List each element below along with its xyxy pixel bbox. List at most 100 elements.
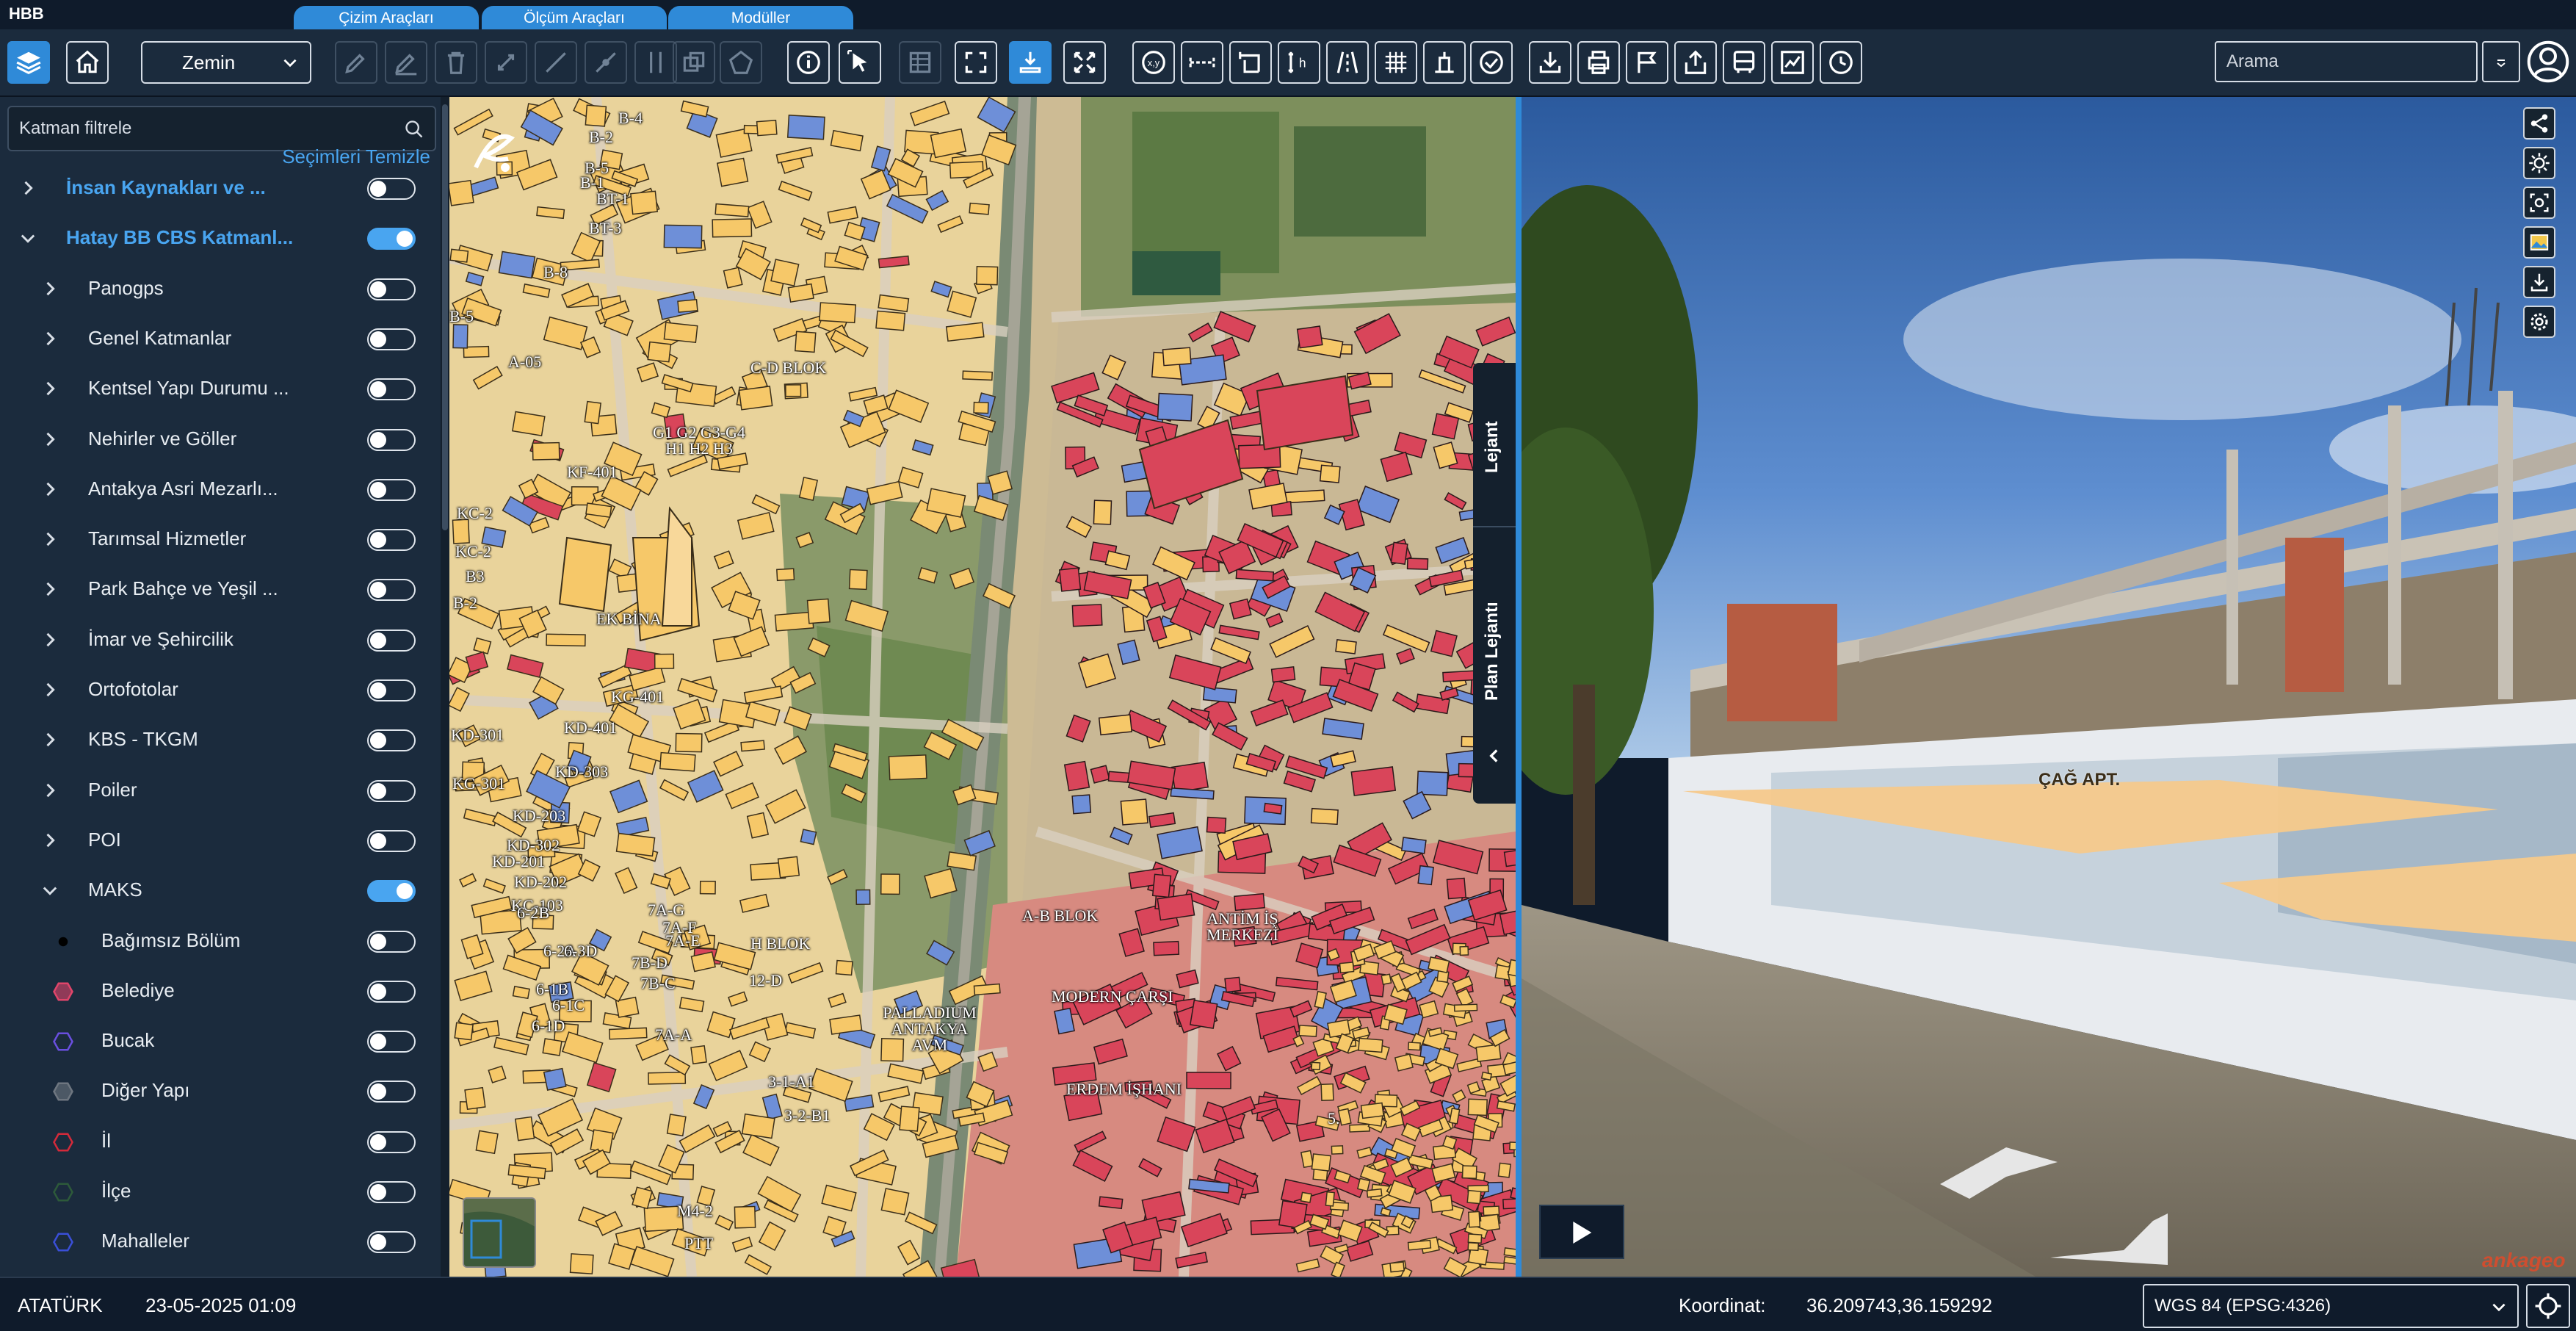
layer-visibility-toggle[interactable] [367, 1031, 416, 1053]
layer-row[interactable]: Mahalleler [0, 1216, 433, 1266]
layer-row[interactable]: Panogps [0, 264, 433, 314]
polygon-button[interactable] [720, 41, 762, 84]
print-button[interactable] [1577, 41, 1620, 84]
layer-row[interactable]: Nehirler ve Göller [0, 414, 433, 464]
chevron-right-icon[interactable] [40, 429, 60, 450]
crs-select[interactable]: WGS 84 (EPSG:4326) [2143, 1284, 2519, 1328]
edit-button[interactable] [385, 41, 427, 84]
layer-row[interactable]: Bucak [0, 1016, 433, 1066]
user-avatar-icon[interactable] [2526, 40, 2570, 84]
chevron-down-icon[interactable] [18, 228, 38, 248]
pano-share-button[interactable] [2523, 107, 2555, 140]
layer-row[interactable]: İl [0, 1117, 433, 1166]
building-measure-button[interactable] [1423, 41, 1466, 84]
xy-coordinate-button[interactable]: x,y [1132, 41, 1175, 84]
layer-filter-input[interactable]: Katman filtrele [7, 106, 436, 151]
download-button[interactable] [1529, 41, 1571, 84]
layer-visibility-toggle[interactable] [367, 278, 416, 300]
layer-row[interactable]: İnsan Kaynakları ve ... [0, 163, 433, 213]
chevron-right-icon[interactable] [18, 178, 38, 198]
locate-me-button[interactable] [2526, 1284, 2570, 1328]
layer-visibility-toggle[interactable] [367, 178, 416, 200]
chevron-right-icon[interactable] [40, 630, 60, 650]
layer-visibility-toggle[interactable] [367, 1231, 416, 1254]
pano-brightness-button[interactable] [2523, 147, 2555, 179]
chevron-right-icon[interactable] [40, 830, 60, 851]
plan-legend-tab-label[interactable]: Plan Lejantı [1482, 602, 1502, 701]
area-button[interactable] [1229, 41, 1272, 84]
distance-button[interactable] [1181, 41, 1223, 84]
chevron-left-icon[interactable] [1485, 746, 1504, 765]
delete-button[interactable] [435, 41, 477, 84]
layer-visibility-toggle[interactable] [367, 880, 416, 903]
layer-row[interactable]: Tarımsal Hizmetler [0, 514, 433, 564]
chevron-right-icon[interactable] [40, 278, 60, 299]
layer-visibility-toggle[interactable] [367, 1081, 416, 1103]
layer-visibility-toggle[interactable] [367, 1181, 416, 1203]
chevron-right-icon[interactable] [40, 529, 60, 549]
chevron-right-icon[interactable] [40, 679, 60, 700]
overview-minimap[interactable] [463, 1197, 536, 1268]
street-view-button[interactable] [1009, 41, 1052, 84]
split-line-button[interactable] [535, 41, 577, 84]
pano-blur-button[interactable] [2523, 187, 2555, 219]
chart-button[interactable] [1771, 41, 1814, 84]
grid-button[interactable] [1375, 41, 1417, 84]
layer-row[interactable]: POI [0, 815, 433, 865]
bookmark-button[interactable] [1626, 41, 1668, 84]
layer-row[interactable]: Belediye [0, 966, 433, 1016]
layer-panel-scroll-thumb[interactable] [442, 104, 448, 530]
chevron-right-icon[interactable] [40, 378, 60, 399]
layer-row[interactable]: İlçe [0, 1166, 433, 1216]
layers-button[interactable] [7, 41, 50, 84]
pano-image-button[interactable] [2523, 226, 2555, 259]
snap-button[interactable] [585, 41, 627, 84]
layer-row[interactable]: Hatay BB CBS Katmanl... [0, 213, 433, 263]
layer-row[interactable]: Kentsel Yapı Durumu ... [0, 364, 433, 414]
layer-visibility-toggle[interactable] [367, 679, 416, 701]
draw-point-button[interactable] [335, 41, 377, 84]
split-view-divider[interactable] [1516, 97, 1522, 1277]
chevron-right-icon[interactable] [40, 729, 60, 750]
layer-visibility-toggle[interactable] [367, 930, 416, 953]
fullscreen-button[interactable] [1063, 41, 1106, 84]
layer-row[interactable]: Poiler [0, 765, 433, 815]
layer-row[interactable]: Genel Katmanlar [0, 314, 433, 364]
map-view[interactable]: B-4 B-2 B-5 B-1 BT-1 BT-3 B-8 B-5 A-05 C-D BLOK G1… [449, 97, 1516, 1277]
layer-visibility-toggle[interactable] [367, 1130, 416, 1153]
full-extent-button[interactable] [955, 41, 997, 84]
layer-row[interactable]: Ortofotolar [0, 665, 433, 715]
layer-row[interactable]: KBS - TKGM [0, 715, 433, 765]
chevron-right-icon[interactable] [40, 328, 60, 349]
check-button[interactable] [1470, 41, 1513, 84]
layer-visibility-toggle[interactable] [367, 228, 416, 250]
layer-row[interactable]: Antakya Asri Mezarlı... [0, 464, 433, 514]
chevron-right-icon[interactable] [40, 780, 60, 801]
pano-settings-button[interactable] [2523, 306, 2555, 338]
road-button[interactable] [1326, 41, 1369, 84]
legend-tab-label[interactable]: Lejant [1482, 421, 1502, 473]
basemap-select[interactable]: Zemin [141, 41, 311, 84]
layer-row[interactable]: Diğer Yapı [0, 1066, 433, 1116]
tab-measurement-tools[interactable]: Ölçüm Araçları [482, 6, 667, 29]
parallel-button[interactable] [634, 41, 677, 84]
pano-download-button[interactable] [2523, 266, 2555, 298]
search-input[interactable]: Arama [2215, 41, 2478, 82]
move-button[interactable] [485, 41, 527, 84]
layer-visibility-toggle[interactable] [367, 629, 416, 652]
table-button[interactable] [899, 41, 941, 84]
layer-row[interactable]: İmar ve Şehircilik [0, 615, 433, 665]
share-button[interactable] [1674, 41, 1717, 84]
layer-visibility-toggle[interactable] [367, 428, 416, 451]
chevron-right-icon[interactable] [40, 579, 60, 599]
layer-visibility-toggle[interactable] [367, 478, 416, 501]
layer-row[interactable]: Park Bahçe ve Yeşil ... [0, 564, 433, 614]
street-view-panorama[interactable] [1522, 97, 2576, 1277]
layer-visibility-toggle[interactable] [367, 980, 416, 1003]
pano-play-button[interactable] [1539, 1205, 1624, 1259]
home-button[interactable] [66, 41, 109, 84]
chevron-right-icon[interactable] [40, 479, 60, 499]
tab-modules[interactable]: Modüller [668, 6, 853, 29]
copy-button[interactable] [673, 41, 715, 84]
layer-visibility-toggle[interactable] [367, 579, 416, 602]
